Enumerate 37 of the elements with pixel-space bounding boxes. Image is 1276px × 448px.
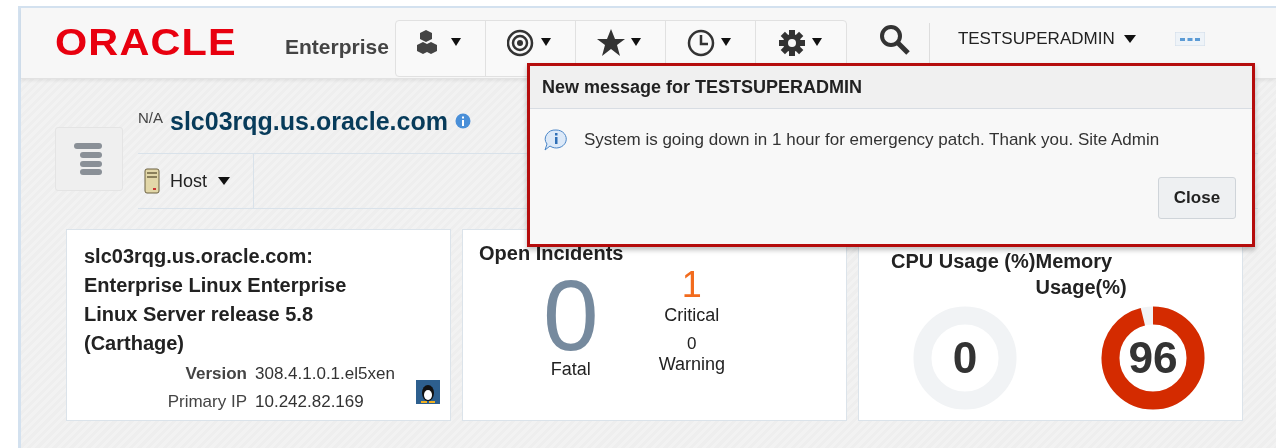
card-title: Open Incidents <box>478 241 625 265</box>
menu-icon <box>74 142 104 176</box>
info-icon[interactable] <box>454 113 471 129</box>
caret-icon <box>217 176 231 186</box>
host-menu[interactable]: Host <box>138 154 254 208</box>
warning-count[interactable]: 0 <box>687 334 697 354</box>
more-icon[interactable] <box>1174 32 1205 46</box>
summary-title: slc03rqg.us.oracle.com: Enterprise Linux Enterprise Linux Server release 5.8 (Carthage) <box>83 244 348 356</box>
target-status: N/A <box>138 108 163 126</box>
field-value: 308.4.1.0.1.el5xen <box>255 364 396 384</box>
field-label: Version <box>184 364 248 384</box>
memory-usage-title: Memory Usage(%) <box>1035 249 1127 300</box>
gauge-reading: 0 <box>952 332 978 382</box>
user-menu[interactable]: TESTSUPERADMIN <box>957 29 1137 49</box>
navigation-menu-button[interactable] <box>55 127 123 191</box>
dialog-title: New message for TESTSUPERADMIN <box>542 76 863 98</box>
star-icon <box>597 28 644 58</box>
product-name: Enterprise <box>285 35 389 59</box>
settings-icon <box>777 28 824 58</box>
close-button[interactable]: Close <box>1158 177 1236 219</box>
field-label: Primary IP <box>166 392 248 412</box>
server-icon <box>144 168 160 194</box>
fatal-count[interactable]: 0 <box>543 271 599 359</box>
gauge-reading: 96 <box>1128 332 1178 382</box>
penguin-icon <box>416 380 440 404</box>
cpu-usage-title: CPU Usage (%) <box>891 249 1036 274</box>
warning-label: Warning <box>658 354 725 375</box>
search-icon[interactable] <box>878 24 911 56</box>
critical-label: Critical <box>664 305 720 326</box>
caret-icon <box>1122 34 1137 44</box>
info-icon <box>544 129 568 151</box>
fatal-label: Fatal <box>550 359 591 380</box>
field-value: 10.242.82.169 <box>255 392 365 412</box>
clock-icon <box>687 28 734 58</box>
target-icon <box>507 28 554 58</box>
dialog-message: System is going down in 1 hour for emergency patch. Thank you. Site Admin <box>584 130 1160 150</box>
target-name: slc03rqg.us.oracle.com <box>170 106 448 136</box>
